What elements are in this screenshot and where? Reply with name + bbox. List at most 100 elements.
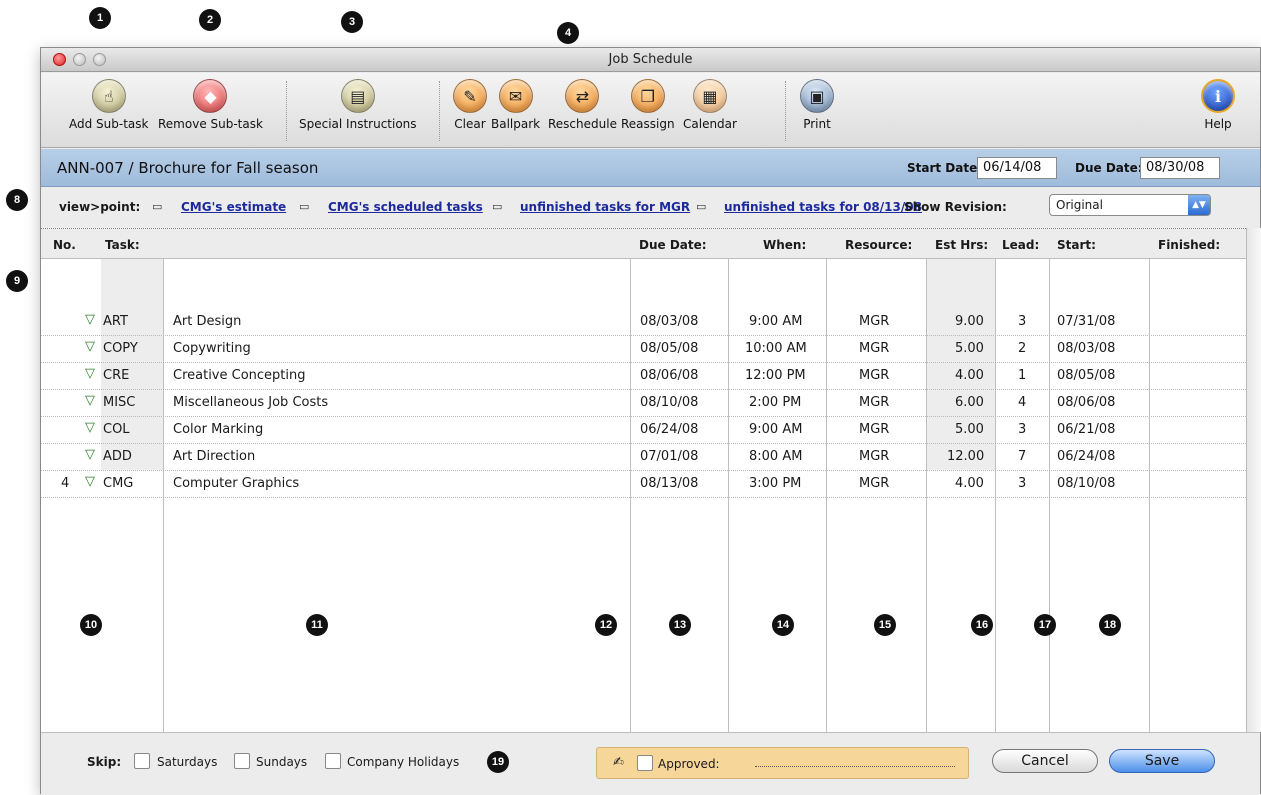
task-name[interactable]: Creative Concepting (173, 368, 306, 383)
viewpoint-link-estimate[interactable]: CMG's estimate (181, 200, 286, 214)
task-name[interactable]: Color Marking (173, 422, 263, 437)
reassign-button[interactable]: ❐ Reassign (621, 79, 675, 131)
close-window-button[interactable] (53, 53, 66, 66)
when-time[interactable]: 3:00 PM (749, 476, 801, 491)
lead-days[interactable]: 3 (1018, 314, 1026, 329)
est-hrs[interactable]: 12.00 (947, 449, 984, 464)
add-subtask-button[interactable]: ☝ Add Sub-task (69, 79, 148, 131)
zoom-window-button[interactable] (93, 53, 106, 66)
revision-select[interactable]: Original ▲▼ (1049, 194, 1211, 216)
start-date[interactable]: 06/24/08 (1057, 449, 1115, 464)
start-date[interactable]: 08/10/08 (1057, 476, 1115, 491)
start-date[interactable]: 07/31/08 (1057, 314, 1115, 329)
task-name[interactable]: Computer Graphics (173, 476, 299, 491)
help-button[interactable]: i Help (1201, 79, 1235, 131)
approved-checkbox[interactable] (637, 755, 653, 771)
due-date[interactable]: 08/06/08 (640, 368, 698, 383)
disclosure-triangle-icon[interactable]: ▽ (85, 447, 95, 462)
lead-days[interactable]: 3 (1018, 476, 1026, 491)
ballpark-button[interactable]: ✉ Ballpark (491, 79, 540, 131)
sundays-label[interactable]: Sundays (256, 755, 307, 769)
start-date-field[interactable]: 06/14/08 (977, 157, 1057, 179)
company-holidays-label[interactable]: Company Holidays (347, 755, 459, 769)
table-row[interactable]: ▽ COL Color Marking 06/24/08 9:00 AM MGR… (41, 417, 1246, 444)
lead-days[interactable]: 2 (1018, 341, 1026, 356)
print-button[interactable]: ▣ Print (800, 79, 834, 131)
task-name[interactable]: Copywriting (173, 341, 251, 356)
calendar-button[interactable]: ▦ Calendar (683, 79, 737, 131)
table-row[interactable]: ▽ COPY Copywriting 08/05/08 10:00 AM MGR… (41, 336, 1246, 363)
when-time[interactable]: 12:00 PM (745, 368, 806, 383)
resource[interactable]: MGR (859, 368, 889, 383)
col-header-start[interactable]: Start: (1057, 238, 1096, 252)
due-date[interactable]: 08/13/08 (640, 476, 698, 491)
lead-days[interactable]: 7 (1018, 449, 1026, 464)
save-button[interactable]: Save (1109, 749, 1215, 773)
col-header-lead[interactable]: Lead: (1002, 238, 1039, 252)
col-header-est-hrs[interactable]: Est Hrs: (935, 238, 988, 252)
due-date[interactable]: 08/03/08 (640, 314, 698, 329)
when-time[interactable]: 8:00 AM (749, 449, 802, 464)
task-name[interactable]: Art Design (173, 314, 241, 329)
clear-button[interactable]: ✎ Clear (453, 79, 487, 131)
est-hrs[interactable]: 4.00 (955, 368, 984, 383)
col-header-task[interactable]: Task: (105, 238, 140, 252)
resource[interactable]: MGR (859, 341, 889, 356)
task-name[interactable]: Miscellaneous Job Costs (173, 395, 328, 410)
col-header-no[interactable]: No. (53, 238, 76, 252)
special-instructions-button[interactable]: ▤ Special Instructions (299, 79, 417, 131)
saturdays-label[interactable]: Saturdays (157, 755, 217, 769)
viewpoint-link-date[interactable]: unfinished tasks for 08/13/08 (724, 200, 922, 214)
est-hrs[interactable]: 5.00 (955, 341, 984, 356)
resource[interactable]: MGR (859, 314, 889, 329)
company-holidays-checkbox[interactable] (325, 753, 341, 769)
lead-days[interactable]: 4 (1018, 395, 1026, 410)
disclosure-triangle-icon[interactable]: ▽ (85, 312, 95, 327)
est-hrs[interactable]: 9.00 (955, 314, 984, 329)
start-date[interactable]: 08/06/08 (1057, 395, 1115, 410)
table-row[interactable]: ▽ MISC Miscellaneous Job Costs 08/10/08 … (41, 390, 1246, 417)
when-time[interactable]: 2:00 PM (749, 395, 801, 410)
disclosure-triangle-icon[interactable]: ▽ (85, 366, 95, 381)
disclosure-triangle-icon[interactable]: ▽ (85, 393, 95, 408)
resource[interactable]: MGR (859, 395, 889, 410)
due-date[interactable]: 08/05/08 (640, 341, 698, 356)
col-header-due[interactable]: Due Date: (639, 238, 707, 252)
sundays-checkbox[interactable] (234, 753, 250, 769)
table-row[interactable]: ▽ ART Art Design 08/03/08 9:00 AM MGR 9.… (41, 309, 1246, 336)
est-hrs[interactable]: 5.00 (955, 422, 984, 437)
lead-days[interactable]: 1 (1018, 368, 1026, 383)
cancel-button[interactable]: Cancel (992, 749, 1098, 773)
vertical-scrollbar[interactable] (1246, 228, 1261, 732)
col-header-when[interactable]: When: (763, 238, 806, 252)
viewpoint-link-scheduled[interactable]: CMG's scheduled tasks (328, 200, 483, 214)
due-date[interactable]: 08/10/08 (640, 395, 698, 410)
lead-days[interactable]: 3 (1018, 422, 1026, 437)
start-date[interactable]: 06/21/08 (1057, 422, 1115, 437)
table-row[interactable]: ▽ CRE Creative Concepting 08/06/08 12:00… (41, 363, 1246, 390)
table-row[interactable]: 4 ▽ CMG Computer Graphics 08/13/08 3:00 … (41, 471, 1246, 498)
disclosure-triangle-icon[interactable]: ▽ (85, 474, 95, 489)
approved-label[interactable]: Approved: (658, 757, 720, 771)
start-date[interactable]: 08/03/08 (1057, 341, 1115, 356)
resource[interactable]: MGR (859, 422, 889, 437)
est-hrs[interactable]: 4.00 (955, 476, 984, 491)
disclosure-triangle-icon[interactable]: ▽ (85, 420, 95, 435)
start-date[interactable]: 08/05/08 (1057, 368, 1115, 383)
when-time[interactable]: 10:00 AM (745, 341, 807, 356)
due-date[interactable]: 07/01/08 (640, 449, 698, 464)
due-date-field[interactable]: 08/30/08 (1140, 157, 1220, 179)
due-date[interactable]: 06/24/08 (640, 422, 698, 437)
resource[interactable]: MGR (859, 476, 889, 491)
when-time[interactable]: 9:00 AM (749, 422, 802, 437)
disclosure-triangle-icon[interactable]: ▽ (85, 339, 95, 354)
est-hrs[interactable]: 6.00 (955, 395, 984, 410)
col-header-finished[interactable]: Finished: (1158, 238, 1220, 252)
minimize-window-button[interactable] (73, 53, 86, 66)
task-name[interactable]: Art Direction (173, 449, 255, 464)
saturdays-checkbox[interactable] (134, 753, 150, 769)
remove-subtask-button[interactable]: ◆ Remove Sub-task (158, 79, 263, 131)
reschedule-button[interactable]: ⇄ Reschedule (548, 79, 617, 131)
viewpoint-link-mgr[interactable]: unfinished tasks for MGR (520, 200, 690, 214)
window-titlebar[interactable]: Job Schedule (41, 48, 1260, 72)
